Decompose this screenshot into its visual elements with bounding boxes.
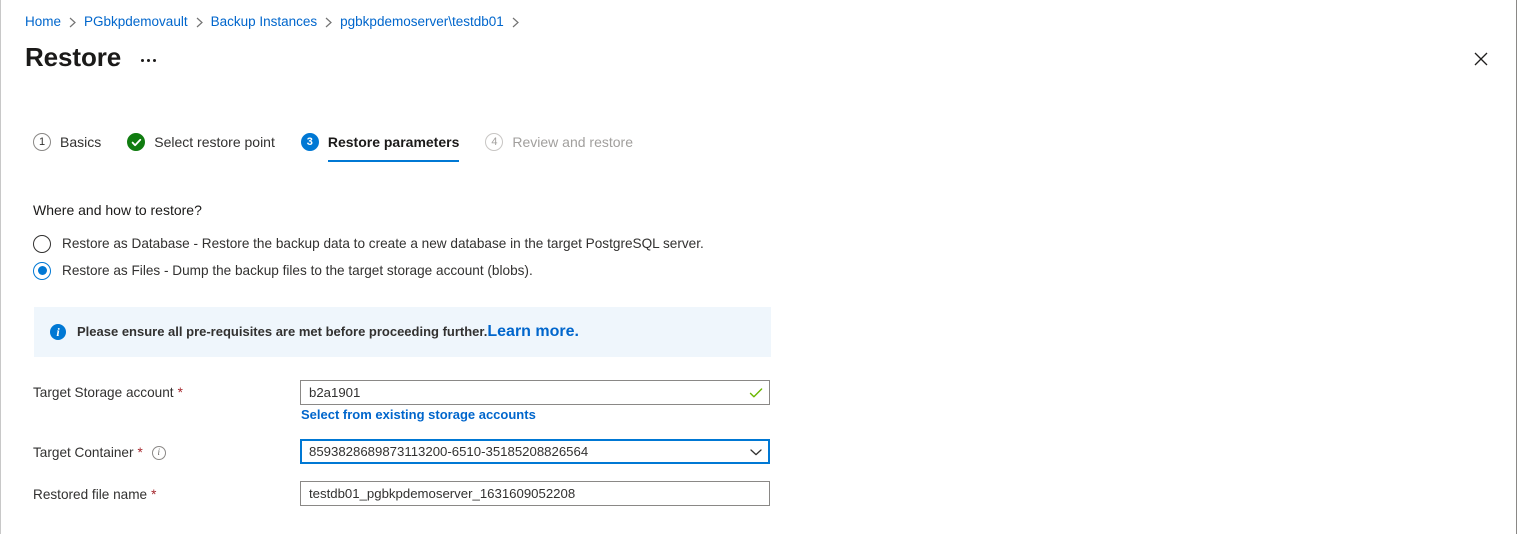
restore-option-radio-group: Restore as Database - Restore the backup… [33,230,704,284]
radio-restore-as-files[interactable]: Restore as Files - Dump the backup files… [33,257,704,284]
info-banner-text: Please ensure all pre-requisites are met… [77,324,488,339]
prerequisites-info-banner: i Please ensure all pre-requisites are m… [34,307,771,357]
breadcrumb-separator-icon [325,17,333,28]
wizard-step-review-and-restore[interactable]: 4 Review and restore [485,126,642,158]
step-number-badge: 4 [485,133,504,151]
input-value: b2a1901 [309,385,361,400]
dot [141,59,145,62]
input-value: testdb01_pgbkpdemoserver_1631609052208 [309,486,576,501]
label-target-container: Target Container * i [33,443,166,462]
wizard-step-basics[interactable]: 1 Basics [33,126,110,158]
target-container-dropdown[interactable]: 8593828689873113200-6510-35185208826564 [300,439,770,464]
breadcrumb-separator-icon [69,17,76,28]
learn-more-link[interactable]: Learn more. [487,323,579,341]
required-asterisk: * [177,385,183,400]
label-restored-file-name: Restored file name * [33,485,156,504]
breadcrumb-separator-icon [512,17,519,28]
wizard-step-label: Select restore point [154,134,275,150]
breadcrumb-item-vault[interactable]: PGbkpdemovault [84,12,188,32]
radio-mark-icon [33,234,51,253]
active-step-underline [327,160,460,162]
restored-file-name-input[interactable]: testdb01_pgbkpdemoserver_1631609052208 [300,481,770,506]
step-completed-check-icon [127,133,146,151]
label-text: Restored file name [33,487,148,502]
breadcrumb-item-instance[interactable]: pgbkpdemoserver\testdb01 [340,12,504,32]
validation-check-icon [749,387,763,397]
title-row: Restore [25,41,159,73]
select-existing-storage-accounts-link[interactable]: Select from existing storage accounts [301,406,536,424]
dot [153,59,157,62]
label-text: Target Storage account [33,385,174,400]
breadcrumb-item-backup-instances[interactable]: Backup Instances [211,12,318,32]
radio-label: Restore as Database - Restore the backup… [62,236,704,251]
restore-blade: Home PGbkpdemovault Backup Instances pgb… [0,0,1517,534]
more-commands-icon[interactable] [138,55,159,66]
breadcrumb-separator-icon [196,17,203,28]
step-number-badge: 1 [33,133,51,151]
step-number-badge: 3 [300,133,319,151]
close-icon[interactable] [1465,43,1497,75]
dot [147,59,151,62]
required-asterisk: * [151,487,157,502]
breadcrumb-item-home[interactable]: Home [25,12,61,32]
dropdown-value: 8593828689873113200-6510-35185208826564 [309,444,589,459]
page-title: Restore [25,42,122,72]
breadcrumb: Home PGbkpdemovault Backup Instances pgb… [25,12,527,32]
target-storage-account-input[interactable]: b2a1901 [300,380,770,405]
wizard-step-restore-parameters[interactable]: 3 Restore parameters [300,126,469,162]
wizard-step-label: Review and restore [512,134,633,150]
required-asterisk: * [137,445,143,460]
wizard-steps: 1 Basics Select restore point 3 Restore … [33,126,659,162]
wizard-step-label: Basics [60,134,102,150]
radio-label: Restore as Files - Dump the backup files… [62,263,533,278]
section-heading: Where and how to restore? [33,202,202,218]
wizard-step-select-restore-point[interactable]: Select restore point [127,126,284,158]
info-tooltip-icon[interactable]: i [151,445,166,460]
label-text: Target Container [33,445,134,460]
label-target-storage-account: Target Storage account * [33,383,183,402]
chevron-down-icon [750,448,762,455]
radio-restore-as-database[interactable]: Restore as Database - Restore the backup… [33,230,704,257]
info-icon: i [50,324,66,340]
wizard-step-label: Restore parameters [327,134,460,150]
radio-mark-icon [33,261,51,280]
